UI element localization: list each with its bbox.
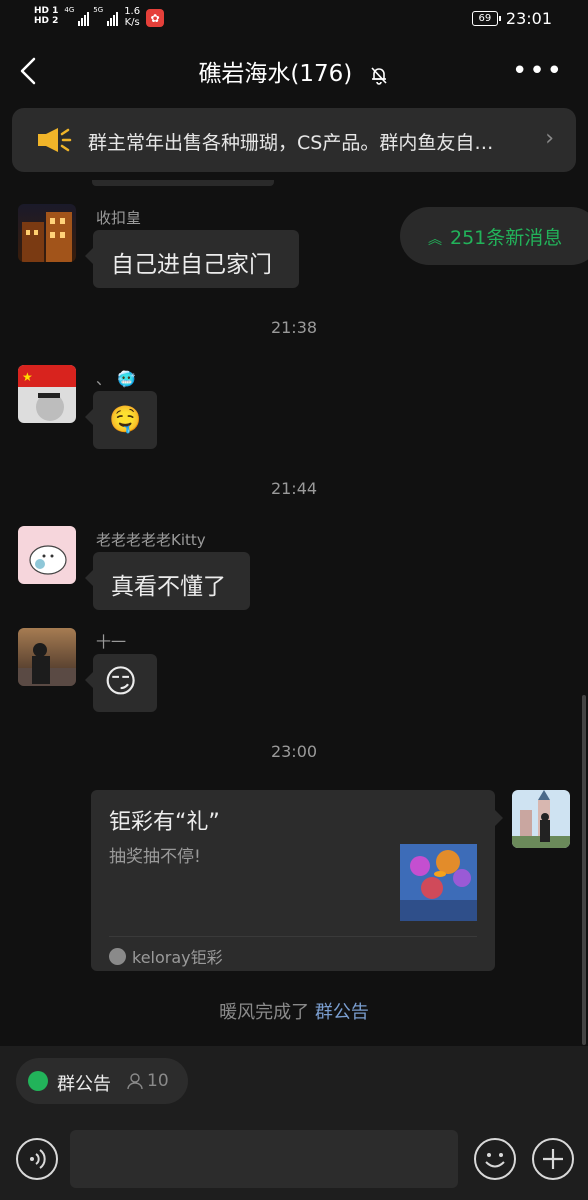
svg-text:★: ★ [22,370,33,384]
signal-icon [78,6,90,26]
system-message: 暖风完成了 群公告 [0,998,588,1024]
sender-name: 十一 [96,633,127,651]
message-text: 真看不懂了 [111,574,226,600]
coral-thumbnail-image [400,844,477,921]
status-bar: HD 1 HD 2 4G 5G 1.6 K/s ✿ 69 23:01 [0,0,588,38]
person-icon [127,1073,143,1090]
hd-indicator: HD 1 HD 2 [34,6,58,26]
more-icon: ••• [511,56,564,86]
card-divider [109,936,477,937]
card-source-name: keloray钜彩 [132,948,223,967]
avatar[interactable] [18,628,76,686]
previous-bubble-edge [92,180,274,186]
message-bubble[interactable]: 真看不懂了 [85,552,250,610]
message-bubble[interactable]: 😏 [85,654,157,712]
chip-count-value: 10 [147,1071,169,1091]
announcement-link[interactable]: 群公告 [315,1002,369,1023]
scrollbar[interactable] [582,695,586,1045]
message-bubble[interactable]: 自己进自己家门 [85,230,299,288]
group-notice-chip[interactable]: 群公告 10 [16,1058,188,1104]
card-title: 钜彩有“礼” [109,810,220,835]
network-speed: 1.6 K/s [124,6,140,28]
bottom-panel: 群公告 10 [0,1046,588,1200]
chevron-right-icon: › [545,126,554,151]
add-button[interactable] [532,1138,574,1180]
hd1-label: HD 1 [34,6,59,16]
card-subtitle: 抽奖抽不停! [109,847,201,867]
sender-name: 老老老老老Kitty [96,531,206,549]
megaphone-icon [38,128,72,152]
battery-icon: 69 [471,11,501,26]
clock: 23:01 [505,9,552,28]
chat-title: 礁岩海水(176) [0,54,588,88]
timestamp: 21:38 [270,318,318,337]
battery-level: 69 [478,13,492,24]
avatar-cat-image [18,526,76,584]
mini-program-icon [109,947,126,965]
chip-count: 10 [126,1071,169,1091]
smiley-icon [485,1153,505,1168]
avatar[interactable] [18,526,76,584]
net2-label: 5G [93,6,104,14]
sender-name: 、 🥶 [96,368,136,389]
voice-button[interactable] [16,1138,58,1180]
emoji-button[interactable] [474,1138,516,1180]
plus-icon [543,1149,563,1169]
timestamp: 21:44 [270,479,318,498]
emoji-smirk: 😏 [104,662,138,700]
emoji-drooling: 🤤 [109,405,142,435]
avatar-sunset-image [18,628,76,686]
avatar-flag-image: ★ [18,365,76,423]
my-avatar[interactable] [512,790,570,848]
avatar-castle-image [512,790,570,848]
system-message-text: 暖风完成了 [219,1002,315,1023]
message-input[interactable] [70,1130,458,1188]
group-name: 礁岩海水(176) [198,61,353,87]
app-notification-icon: ✿ [146,9,165,27]
message-text: 自己进自己家门 [111,252,272,278]
avatar[interactable] [18,204,76,262]
notice-icon [28,1071,48,1091]
sender-name-emoji: 🥶 [117,370,136,388]
speed-value: 1.6 [124,6,141,17]
voice-icon [30,1149,46,1169]
new-messages-button[interactable]: ︽ 251条新消息 [400,207,588,265]
mini-program-card[interactable]: 钜彩有“礼” 抽奖抽不停! keloray钜彩 [91,790,503,971]
avatar[interactable]: ★ [18,365,76,423]
message-bubble[interactable]: 🤤 [85,391,157,449]
net1-label: 4G [64,6,75,14]
hd2-label: HD 2 [34,16,59,26]
chat-header: 礁岩海水(176) ••• [0,38,588,104]
bell-off-icon [370,66,387,85]
timestamp: 23:00 [270,742,318,761]
new-messages-label: 251条新消息 [450,227,563,249]
avatar-building-image [18,204,76,262]
sender-name: 收扣皇 [96,209,142,227]
chip-label: 群公告 [57,1074,111,1095]
more-options-button[interactable]: ••• [512,56,564,86]
card-source: keloray钜彩 [109,944,223,968]
sender-name-text: 、 [96,370,112,388]
card-thumbnail [400,844,477,921]
signal-icon-2 [107,6,119,26]
announcement-text: 群主常年出售各种珊瑚，CS产品。群内鱼友自… [88,132,494,154]
group-announcement-banner[interactable]: 群主常年出售各种珊瑚，CS产品。群内鱼友自… › [12,108,576,172]
speed-unit: K/s [124,17,140,28]
double-chevron-up-icon: ︽ [428,232,442,248]
